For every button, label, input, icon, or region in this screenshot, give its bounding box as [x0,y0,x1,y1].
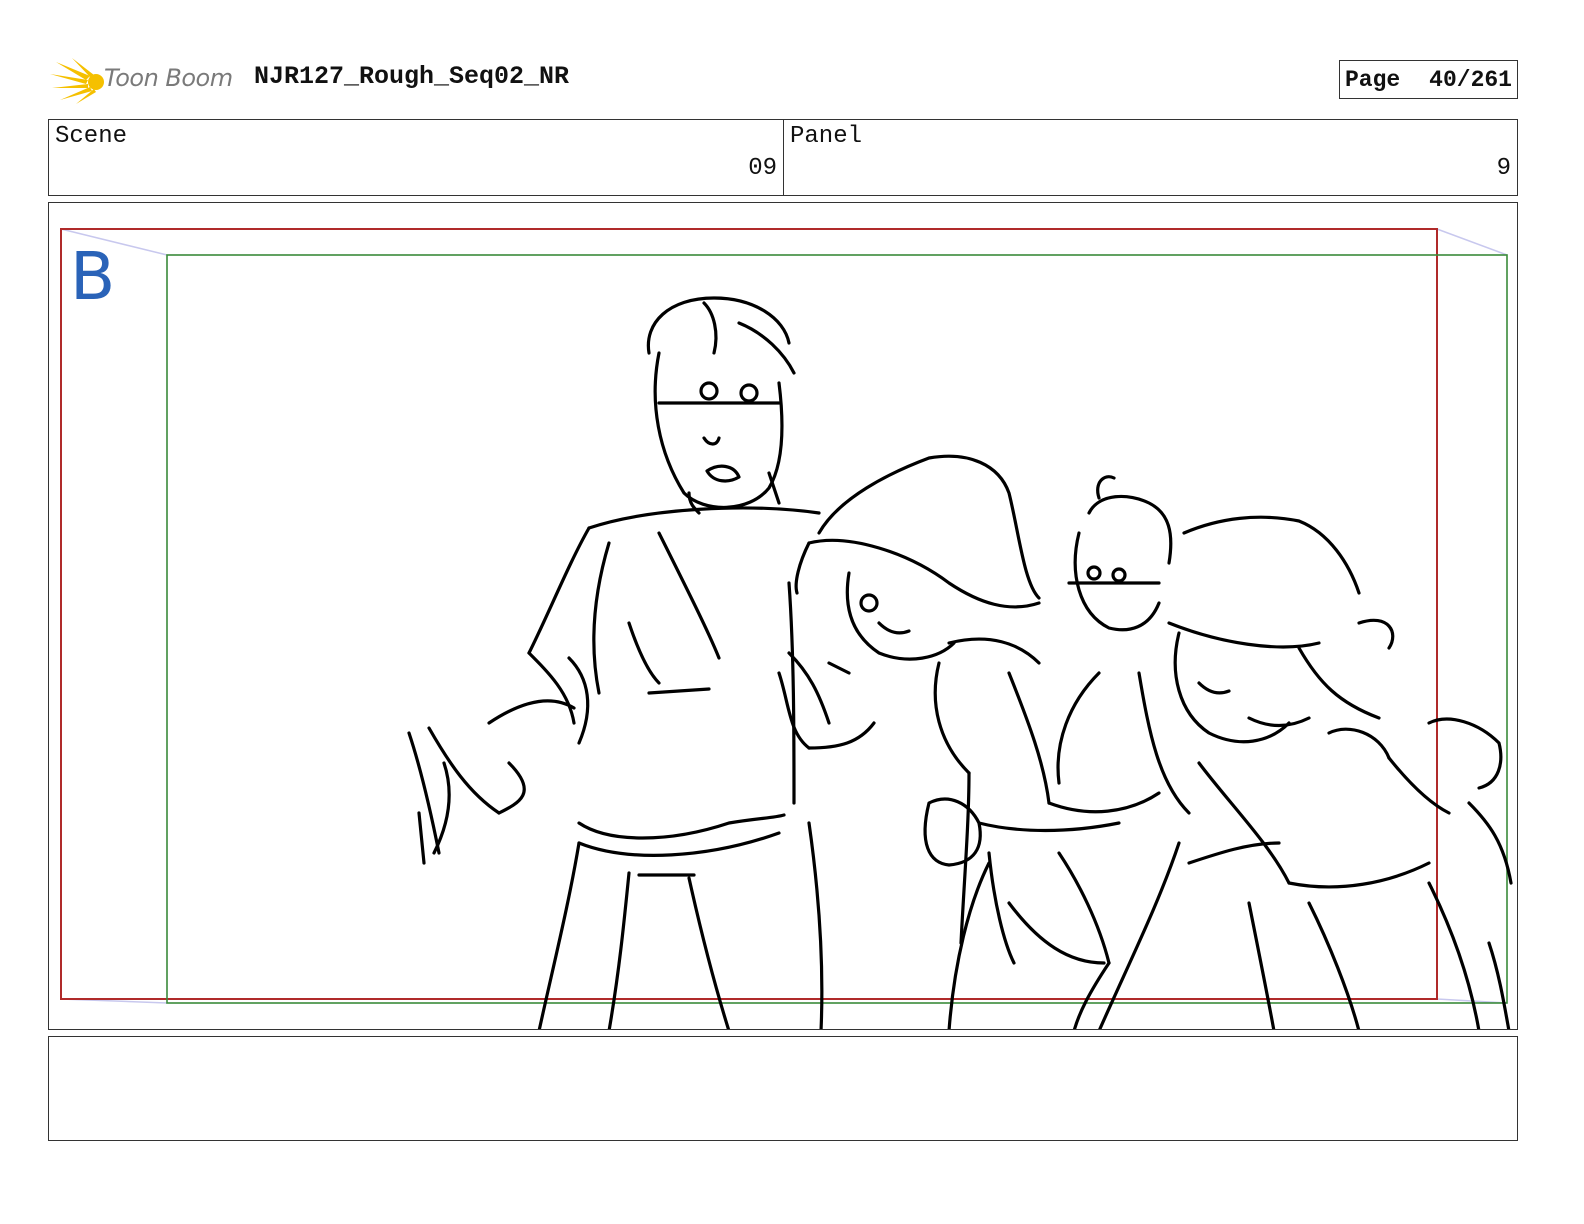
character-group-sketch [1056,475,1513,1029]
character-cap-boy-sketch [777,454,1161,1029]
character-tall-boy-sketch [407,296,824,1029]
document-title: NJR127_Rough_Seq02_NR [254,62,570,91]
panel-box: Panel 9 [783,119,1518,196]
storyboard-panel [48,202,1518,1030]
page-number: 40/261 [1429,66,1512,93]
layer-label: B [70,238,116,315]
page-indicator: Page 40/261 [1339,60,1518,99]
camera-start-frame [60,228,1438,1000]
panel-label: Panel [790,123,863,150]
notes-box [48,1036,1518,1141]
page-label: Page [1345,66,1401,93]
scene-value: 09 [748,155,777,182]
camera-end-frame [166,254,1508,1004]
panel-drawing [60,228,1513,1029]
camera-motion-path [60,228,1508,1004]
scene-label: Scene [55,123,128,150]
panel-value: 9 [1496,155,1511,182]
scene-box: Scene 09 [48,119,784,196]
brand-name: Toon Boom [104,64,233,92]
